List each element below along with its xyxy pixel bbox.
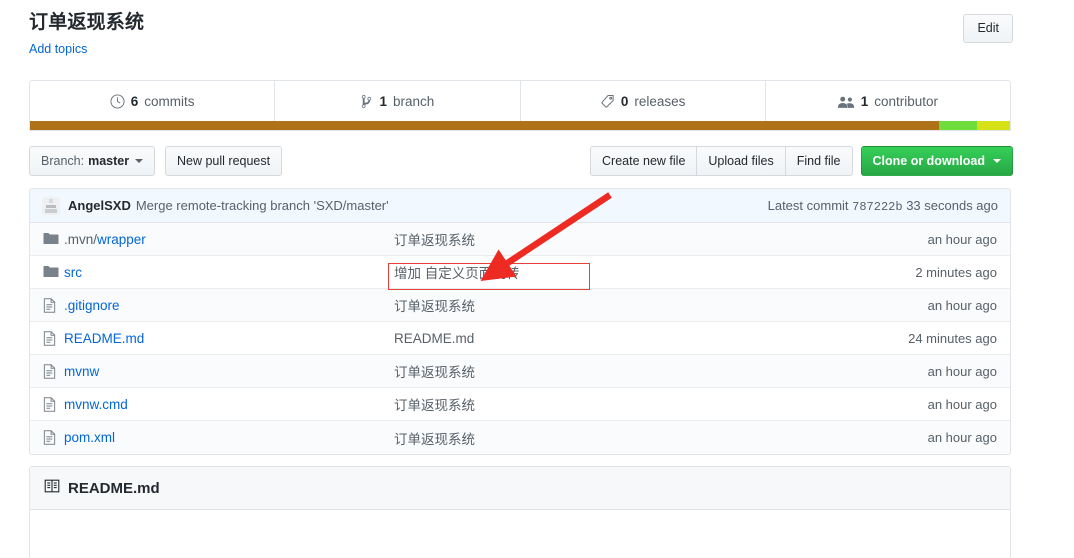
avatar [42, 196, 60, 215]
file-commit-message[interactable]: 订单返现系统 [394, 394, 860, 414]
file-icon [30, 297, 64, 313]
table-row: mvnw 订单返现系统 an hour ago [30, 355, 1010, 388]
branches-label: branch [392, 94, 435, 109]
create-new-file-button[interactable]: Create new file [590, 146, 697, 176]
file-commit-time: an hour ago [927, 297, 997, 313]
file-rows: .mvn/wrapper 订单返现系统 an hour ago src 增加 自定义页面… [30, 223, 1010, 454]
file-name-link[interactable]: pom.xml [64, 430, 394, 445]
chevron-down-icon [135, 159, 144, 163]
folder-icon [30, 232, 64, 246]
latest-commit-bar: AngelSXD Merge remote-tracking branch 'S… [30, 189, 1010, 223]
chevron-down-icon [993, 159, 1001, 163]
file-commit-time: 24 minutes ago [908, 330, 997, 346]
repo-summary-bar: 6 commits 1 branch 0 releases 1 contribu… [29, 80, 1011, 122]
repo-actions-bar: Branch: master New pull request Create n… [29, 146, 1013, 176]
commits-label: commits [144, 94, 195, 109]
commit-message[interactable]: Merge remote-tracking branch 'SXD/master… [136, 198, 389, 213]
page-title: 订单返现系统 [29, 12, 145, 33]
readme-title: README.md [68, 479, 160, 497]
repository-page: 订单返现系统 Add topics Edit 6 commits 1 branc… [0, 0, 1074, 558]
file-commit-time: an hour ago [927, 363, 997, 379]
readme-panel: README.md [29, 466, 1011, 558]
latest-commit-prefix: Latest commit [767, 197, 849, 213]
file-action-group: Create new file Upload files Find file [590, 146, 853, 176]
contributors-label: contributor [874, 94, 939, 109]
file-icon [30, 430, 64, 445]
summary-item-contributors[interactable]: 1 contributor [766, 81, 1010, 122]
table-row: pom.xml 订单返现系统 an hour ago [30, 421, 1010, 454]
language-bar [29, 121, 1011, 131]
branch-prefix-label: Branch: [41, 154, 85, 168]
table-row: src 增加 自定义页面跳转 2 minutes ago [30, 256, 1010, 289]
releases-count: 0 [620, 94, 629, 109]
file-path-prefix: .mvn/ [64, 231, 98, 247]
people-icon [837, 95, 855, 109]
file-listing: AngelSXD Merge remote-tracking branch 'S… [29, 188, 1011, 455]
clone-or-download-label: Clone or download [872, 154, 986, 168]
table-row: mvnw.cmd 订单返现系统 an hour ago [30, 388, 1010, 421]
edit-button[interactable]: Edit [963, 14, 1013, 43]
commits-count: 6 [130, 94, 139, 109]
add-topics-link[interactable]: Add topics [29, 42, 87, 56]
file-name-link[interactable]: mvnw.cmd [64, 397, 394, 412]
table-row: .mvn/wrapper 订单返现系统 an hour ago [30, 223, 1010, 256]
new-pull-request-button[interactable]: New pull request [165, 146, 283, 176]
language-segment-batchfile [976, 121, 1010, 130]
branch-name-label: master [88, 154, 130, 168]
table-row: README.md README.md 24 minutes ago [30, 322, 1010, 355]
file-commit-message[interactable]: README.md [394, 331, 860, 346]
folder-icon [30, 265, 64, 279]
file-commit-time: an hour ago [927, 231, 997, 247]
contributors-count: 1 [860, 94, 869, 109]
file-name-link[interactable]: mvnw [64, 364, 394, 379]
upload-files-button[interactable]: Upload files [696, 146, 785, 176]
commit-time: 33 seconds ago [906, 197, 998, 213]
file-commit-time: 2 minutes ago [915, 264, 997, 280]
language-segment-java [30, 121, 940, 130]
tag-icon [600, 94, 615, 109]
file-icon [30, 396, 64, 412]
summary-item-branches[interactable]: 1 branch [275, 81, 521, 122]
file-commit-message[interactable]: 订单返现系统 [394, 361, 860, 381]
find-file-button[interactable]: Find file [784, 146, 853, 176]
branches-count: 1 [379, 94, 387, 109]
repo-header: 订单返现系统 Add topics Edit [29, 12, 1013, 56]
file-commit-time: an hour ago [927, 396, 997, 412]
summary-item-commits[interactable]: 6 commits [30, 81, 276, 122]
file-icon [30, 363, 64, 379]
file-commit-time: an hour ago [927, 430, 997, 445]
file-commit-message[interactable]: 增加 自定义页面跳转 [394, 262, 860, 282]
summary-item-releases[interactable]: 0 releases [521, 81, 766, 122]
file-name-link[interactable]: README.md [64, 331, 394, 346]
file-name-link[interactable]: src [64, 265, 394, 280]
latest-commit-info: Latest commit 787222b 33 seconds ago [768, 198, 998, 214]
commit-sha[interactable]: 787222b [852, 200, 902, 214]
branch-selector-button[interactable]: Branch: master [29, 146, 156, 176]
file-commit-message[interactable]: 订单返现系统 [394, 295, 860, 315]
file-name-link[interactable]: .gitignore [64, 298, 394, 313]
language-segment-shell [939, 121, 977, 130]
repo-file-actions: Create new file Upload files Find file C… [590, 146, 1013, 176]
clone-or-download-button[interactable]: Clone or download [860, 146, 1013, 176]
file-commit-message[interactable]: 订单返现系统 [394, 229, 860, 249]
file-name-link[interactable]: .mvn/wrapper [64, 232, 394, 247]
branch-icon [360, 94, 373, 109]
history-icon [110, 94, 125, 109]
file-commit-message[interactable]: 订单返现系统 [394, 428, 860, 448]
releases-label: releases [634, 94, 686, 109]
commit-author[interactable]: AngelSXD [68, 198, 131, 213]
book-icon [44, 478, 60, 498]
readme-header: README.md [30, 467, 1010, 510]
file-icon [30, 330, 64, 346]
table-row: .gitignore 订单返现系统 an hour ago [30, 289, 1010, 322]
